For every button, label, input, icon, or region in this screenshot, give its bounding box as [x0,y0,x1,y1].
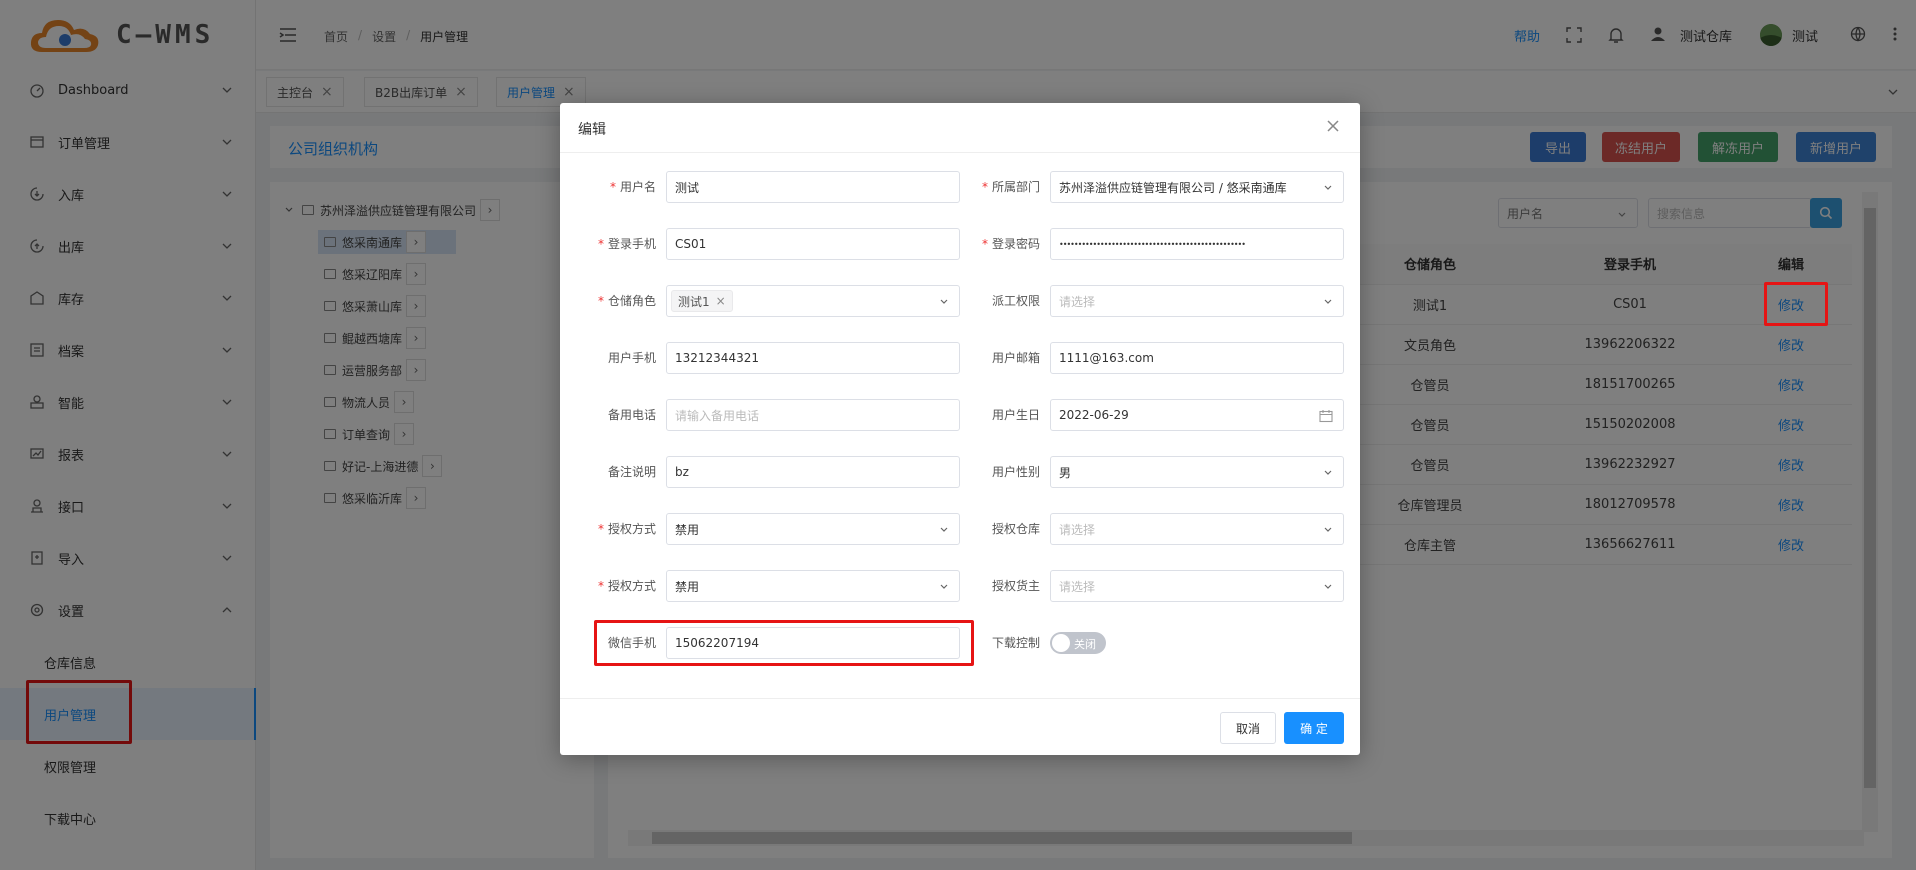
chevron-down-icon [940,299,948,304]
login-phone-input[interactable]: CS01 [666,228,960,260]
dispatch-permission-placeholder: 请选择 [1059,294,1096,309]
auth-mode-warehouse-select[interactable]: 禁用 [666,513,960,545]
backup-phone-input[interactable]: 请输入备用电话 [666,399,960,431]
highlight-box-wechat-phone [594,620,974,666]
edit-user-dialog: 编辑 * 用户名 测试 * 所属部门 苏州泽溢供应链管理有限公司 / 悠采南通库 *… [560,103,1360,755]
auth-mode-owner-select[interactable]: 禁用 [666,570,960,602]
gender-select[interactable]: 男 [1050,456,1344,488]
chevron-down-icon [1324,527,1332,532]
form-label: 备用电话 [607,408,656,422]
auth-owner-select[interactable]: 请选择 [1050,570,1344,602]
form-label: 用户邮箱 [991,351,1040,365]
app-root: C—WMS Dashboard 订单管理 入库 出库 库存 [0,0,1916,870]
auth-mode-value: 禁用 [675,522,700,537]
auth-warehouse-select[interactable]: 请选择 [1050,513,1344,545]
form-label: * 用户名 [609,180,656,194]
birthday-value: 2022-06-29 [1059,408,1129,422]
form-label: 派工权限 [991,294,1040,308]
form-label: 用户生日 [991,408,1040,422]
form-label: 下载控制 [991,636,1040,650]
form-label: 授权货主 [991,579,1040,593]
dialog-footer-divider [560,698,1360,699]
form-label: * 登录密码 [981,237,1040,251]
form-label: 备注说明 [607,465,656,479]
birthday-date-picker[interactable]: 2022-06-29 [1050,399,1344,431]
role-multiselect[interactable]: 测试1 × [666,285,960,317]
highlight-box-edit [1764,282,1828,326]
department-select[interactable]: 苏州泽溢供应链管理有限公司 / 悠采南通库 [1050,171,1344,203]
gender-select-value: 男 [1059,465,1072,480]
chevron-down-icon [940,584,948,589]
dialog-title: 编辑 [578,122,606,138]
form-label: * 所属部门 [981,180,1040,194]
chevron-down-icon [1324,299,1332,304]
form-label: 授权仓库 [991,522,1040,536]
auth-warehouse-placeholder: 请选择 [1059,522,1096,537]
form-label: 用户手机 [607,351,656,365]
form-label: * 登录手机 [597,237,656,251]
tag-close-icon[interactable]: × [716,294,726,308]
chevron-down-icon [1324,470,1332,475]
form-label: * 授权方式 [597,579,656,593]
dispatch-permission-select[interactable]: 请选择 [1050,285,1344,317]
username-input[interactable]: 测试 [666,171,960,203]
remark-input[interactable]: bz [666,456,960,488]
dialog-header: 编辑 [560,103,1360,153]
toggle-knob [1052,634,1070,652]
form-label: * 授权方式 [597,522,656,536]
calendar-icon[interactable] [1319,409,1333,423]
confirm-button[interactable]: 确 定 [1284,712,1344,744]
department-select-value: 苏州泽溢供应链管理有限公司 / 悠采南通库 [1059,180,1287,195]
role-tag: 测试1 × [671,290,733,312]
cancel-button[interactable]: 取消 [1220,712,1276,744]
email-input[interactable]: 1111@163.com [1050,342,1344,374]
password-input[interactable]: ••••••••••••••••••••••••••••••••••••••••… [1050,228,1344,260]
download-control-toggle[interactable]: 关闭 [1050,632,1106,654]
form-label: * 仓储角色 [597,294,656,308]
form-label: 用户性别 [991,465,1040,479]
auth-owner-placeholder: 请选择 [1059,579,1096,594]
chevron-down-icon [1324,185,1332,190]
chevron-down-icon [940,527,948,532]
chevron-down-icon [1324,584,1332,589]
close-icon[interactable] [1324,117,1342,135]
toggle-label: 关闭 [1074,638,1096,651]
auth-mode-value: 禁用 [675,579,700,594]
user-phone-input[interactable]: 13212344321 [666,342,960,374]
